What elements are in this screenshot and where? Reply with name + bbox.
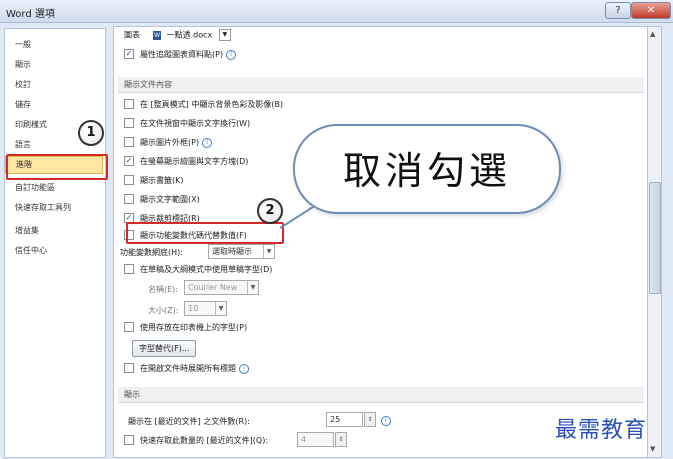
option-label: 在文件視窗中顯示文字換行(W) [140, 119, 251, 128]
checkbox[interactable] [124, 193, 134, 204]
step-1-marker: 1 [78, 120, 104, 146]
options-sidebar: 一般 顯示 校訂 儲存 印刷樣式 語言 進階 自訂功能區 快速存取工具列 增益集… [4, 28, 108, 458]
scrollbar-thumb[interactable] [649, 182, 661, 294]
sidebar-item-quick-access-toolbar[interactable]: 快速存取工具列 [15, 202, 71, 213]
option-background-colors[interactable]: 在 [整頁模式] 中顯示背景色彩及影像(B) [124, 98, 284, 111]
font-substitution-button[interactable]: 字型替代(F)... [132, 340, 197, 357]
option-label: 在草稿及大綱模式中使用草稿字型(D) [140, 265, 273, 274]
field-shading-value: 選取時顯示 [212, 247, 252, 256]
option-expand-headings[interactable]: 在開啟文件時展開所有標題 i [124, 362, 249, 375]
scroll-up-icon[interactable]: ▲ [650, 30, 655, 38]
sidebar-item-proofing[interactable]: 校訂 [15, 79, 31, 90]
checkbox[interactable] [124, 321, 134, 332]
chart-options-row: 圖表 W 一點透.docx ▼ [124, 29, 231, 41]
font-name-label: 名稱(E): [148, 285, 178, 294]
info-icon: i [381, 416, 391, 426]
advanced-highlight-box [6, 154, 108, 180]
sidebar-item-trust-center[interactable]: 信任中心 [15, 245, 47, 256]
quick-access-count-value: 4 [301, 435, 307, 444]
sidebar-item-customize-ribbon[interactable]: 自訂功能區 [15, 182, 55, 193]
option-label: 顯示書籤(K) [140, 176, 184, 185]
recent-docs-input[interactable]: 25 [326, 412, 363, 427]
option-text-wrap[interactable]: 在文件視窗中顯示文字換行(W) [124, 117, 251, 130]
option-text-boundaries[interactable]: 顯示文字範圍(X) [124, 193, 200, 206]
option-draft-font[interactable]: 在草稿及大綱模式中使用草稿字型(D) [124, 263, 273, 276]
checkbox[interactable] [124, 362, 134, 373]
chevron-down-icon[interactable]: ▼ [218, 29, 231, 41]
recent-docs-value: 25 [330, 415, 341, 424]
option-label: 顯示圖片外框(P) [140, 138, 200, 147]
option-bookmarks[interactable]: 顯示書籤(K) [124, 174, 184, 187]
option-picture-placeholders[interactable]: 顯示圖片外框(P) i [124, 136, 213, 149]
chart-property-label: 屬性追蹤圖表資料點(P) [140, 50, 224, 59]
section-header-display: 顯示 [118, 387, 644, 403]
watermark-text: 最需教育 [555, 418, 648, 443]
checkbox[interactable] [124, 98, 134, 109]
title-bar: Word 選項 ? ✕ [0, 0, 673, 23]
checkbox[interactable] [124, 117, 134, 128]
option-quick-access-recent[interactable]: 快速存取此數量的 [最近的文件](Q): [124, 434, 269, 447]
recent-docs-label: 顯示在 [最近的文件] 之文件數(R): [128, 417, 250, 426]
checkbox[interactable] [124, 174, 134, 185]
checkbox-checked[interactable]: ✓ [124, 48, 134, 59]
sidebar-item-display[interactable]: 顯示 [15, 59, 31, 70]
option-label: 在螢幕顯示繪圖與文字方塊(D) [140, 157, 249, 166]
field-shading-label: 功能變數網底(H): [120, 248, 183, 257]
sidebar-item-add-ins[interactable]: 增益集 [15, 225, 39, 236]
info-icon: i [226, 49, 237, 60]
chart-property-option[interactable]: ✓ 屬性追蹤圖表資料點(P) i [124, 48, 237, 61]
chevron-down-icon[interactable]: ▼ [247, 281, 258, 294]
option-drawings-textboxes[interactable]: ✓ 在螢幕顯示繪圖與文字方塊(D) [124, 155, 249, 168]
quick-access-count-input[interactable]: 4 [297, 432, 334, 447]
sidebar-item-print-style[interactable]: 印刷樣式 [15, 119, 47, 130]
chevron-down-icon[interactable]: ▼ [263, 245, 274, 258]
chart-label: 圖表 [124, 30, 140, 40]
option-label: 在 [整頁模式] 中顯示背景色彩及影像(B) [140, 100, 284, 109]
chart-doc-select[interactable]: 一點透.docx [167, 31, 213, 40]
info-icon: i [239, 363, 249, 374]
option-label: 使用存放在印表機上的字型(P) [140, 323, 248, 332]
word-doc-icon: W [153, 30, 162, 40]
option-label: 快速存取此數量的 [最近的文件](Q): [140, 436, 269, 445]
scroll-down-icon[interactable]: ▼ [650, 445, 655, 453]
font-size-select[interactable]: 10 ▼ [184, 301, 227, 316]
checkbox-checked[interactable]: ✓ [124, 155, 134, 166]
sidebar-item-language[interactable]: 語言 [15, 139, 31, 150]
font-size-label: 大小(Z): [148, 306, 179, 315]
info-icon: i [202, 137, 213, 148]
spinner-icon[interactable]: ⇕ [364, 412, 376, 427]
option-label: 在開啟文件時展開所有標題 [140, 364, 236, 373]
spinner-icon[interactable]: ⇕ [335, 432, 347, 447]
font-name-value: Courier New [188, 283, 238, 292]
checkbox[interactable] [124, 434, 134, 445]
recent-docs-row: 顯示在 [最近的文件] 之文件數(R): [128, 416, 250, 428]
checkbox[interactable] [124, 263, 134, 274]
option-label: 顯示文字範圍(X) [140, 195, 200, 204]
section-header-display-content: 顯示文件內容 [118, 77, 644, 93]
option-printer-fonts[interactable]: 使用存放在印表機上的字型(P) [124, 321, 248, 334]
field-shading-row: 功能變數網底(H): [120, 247, 183, 259]
callout-text: 取消勾選 [342, 149, 511, 193]
close-button[interactable]: ✕ [631, 2, 671, 19]
help-button[interactable]: ? [605, 2, 631, 19]
sidebar-item-save[interactable]: 儲存 [15, 99, 31, 110]
font-size-value: 10 [188, 304, 199, 313]
checkbox-checked[interactable]: ✓ [124, 212, 134, 223]
vertical-scrollbar[interactable]: ▲ ▼ [647, 26, 662, 458]
field-codes-highlight-box [126, 222, 284, 244]
checkbox[interactable] [124, 136, 134, 147]
window-title: Word 選項 [6, 9, 55, 20]
font-name-select[interactable]: Courier New ▼ [184, 280, 259, 295]
chevron-down-icon[interactable]: ▼ [215, 302, 226, 315]
callout-bubble: 取消勾選 [293, 124, 561, 214]
sidebar-item-general[interactable]: 一般 [15, 39, 31, 50]
field-shading-select[interactable]: 選取時顯示 ▼ [208, 244, 275, 259]
